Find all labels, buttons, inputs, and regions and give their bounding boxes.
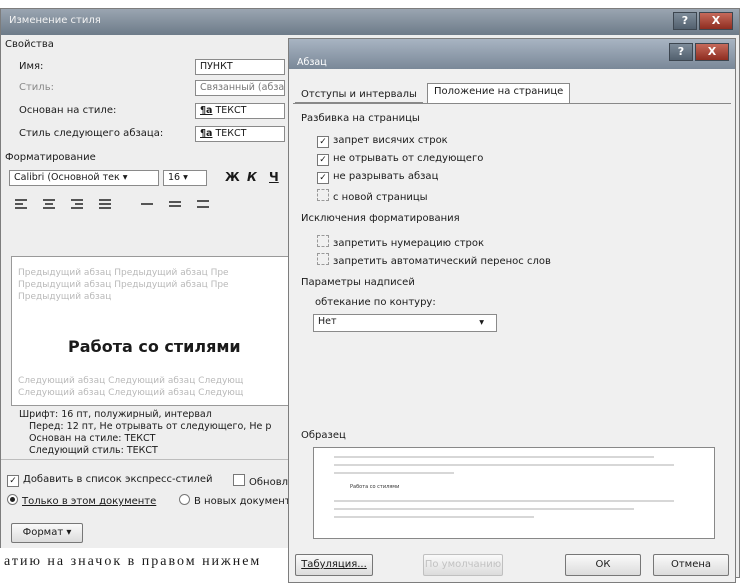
align-left-icon	[15, 199, 27, 209]
justify-icon	[99, 199, 111, 209]
based-on-select[interactable]: ¶a ТЕКСТ	[195, 103, 285, 119]
widow-control-checkbox[interactable]: ✓ запрет висячих строк	[317, 135, 448, 148]
chevron-down-icon: ▾	[122, 172, 128, 183]
tight-wrap-value: Нет	[318, 316, 337, 327]
next-style-select[interactable]: ¶a ТЕКСТ	[195, 126, 285, 142]
modify-style-title: Изменение стиля	[9, 15, 101, 26]
preview-previous-paragraph: Предыдущий абзац Предыдущий абзац Пре Пр…	[18, 268, 229, 302]
set-default-button[interactable]: По умолчанию	[423, 554, 503, 576]
formatting-heading: Форматирование	[5, 152, 96, 163]
align-right-icon	[71, 199, 83, 209]
font-select[interactable]: Calibri (Основной тек ▾	[9, 170, 159, 186]
name-label: Имя:	[19, 61, 44, 72]
line-spacing-double-icon	[197, 200, 209, 208]
ok-button[interactable]: ОК	[565, 554, 641, 576]
paragraph-dialog: Абзац ? X Отступы и интервалы Положение …	[288, 38, 736, 583]
textbox-options-heading: Параметры надписей	[301, 277, 415, 288]
based-on-value: ТЕКСТ	[215, 105, 247, 116]
divider	[1, 459, 289, 460]
style-type-label: Стиль:	[19, 82, 54, 93]
suppress-line-numbers-checkbox[interactable]: запретить нумерацию строк	[317, 235, 484, 249]
document-body: атию на значок в правом нижнем	[0, 548, 290, 583]
modify-style-titlebar: Изменение стиля ? X	[1, 9, 739, 35]
font-value: Calibri (Основной тек	[14, 172, 120, 183]
exceptions-heading: Исключения форматирования	[301, 213, 460, 224]
cancel-button[interactable]: Отмена	[653, 554, 729, 576]
auto-update-checkbox[interactable]: Обновл	[233, 474, 288, 488]
this-document-radio[interactable]: Только в этом документе	[7, 494, 156, 507]
based-on-label: Основан на стиле:	[19, 105, 117, 116]
tabs-button[interactable]: Табуляция...	[295, 554, 373, 576]
font-size-select[interactable]: 16 ▾	[163, 170, 207, 186]
add-quick-styles-checkbox[interactable]: ✓ Добавить в список экспресс-стилей	[7, 474, 213, 487]
format-button[interactable]: Формат ▾	[11, 523, 83, 543]
new-documents-radio[interactable]: В новых документ	[179, 494, 291, 507]
tab-line-page-breaks[interactable]: Положение на странице	[427, 83, 571, 103]
chevron-down-icon: ▾	[479, 317, 484, 328]
tab-divider	[293, 103, 731, 104]
underline-button[interactable]: Ч	[269, 170, 279, 184]
paragraph-style-icon: ¶a	[200, 128, 213, 139]
sample-heading: Образец	[301, 430, 346, 441]
close-button[interactable]: X	[699, 12, 733, 30]
sample-text: Работа со стилями	[350, 484, 400, 490]
preview-next-paragraph: Следующий абзац Следующий абзац Следующ …	[18, 376, 244, 398]
keep-lines-together-checkbox[interactable]: ✓ не разрывать абзац	[317, 171, 438, 184]
line-spacing-single-icon	[141, 203, 153, 205]
paragraph-titlebar: Абзац ? X	[289, 39, 735, 69]
italic-button[interactable]: К	[247, 170, 257, 184]
paragraph-title: Абзац	[297, 57, 327, 68]
next-style-value: ТЕКСТ	[215, 128, 247, 139]
dont-hyphenate-checkbox[interactable]: запретить автоматический перенос слов	[317, 253, 551, 267]
document-text: атию на значок в правом нижнем	[4, 554, 262, 569]
style-type-select[interactable]: Связанный (абза	[195, 80, 285, 96]
bold-button[interactable]: Ж	[225, 170, 240, 184]
next-style-label: Стиль следующего абзаца:	[19, 128, 164, 139]
preview-heading: Работа со стилями	[68, 337, 241, 356]
sample-preview: Работа со стилями	[313, 447, 715, 539]
page-break-before-checkbox[interactable]: с новой страницы	[317, 189, 428, 203]
tight-wrap-select[interactable]: Нет ▾	[313, 314, 497, 332]
properties-heading: Свойства	[5, 39, 54, 50]
align-center-icon	[43, 199, 55, 209]
style-description: Шрифт: 16 пт, полужирный, интервал Перед…	[19, 409, 272, 456]
tight-wrap-label: обтекание по контуру:	[315, 297, 436, 308]
style-preview: Предыдущий абзац Предыдущий абзац Пре Пр…	[11, 256, 289, 406]
pagination-heading: Разбивка на страницы	[301, 113, 420, 124]
chevron-down-icon: ▾	[183, 172, 188, 183]
close-button[interactable]: X	[695, 43, 729, 61]
help-button[interactable]: ?	[669, 43, 693, 61]
keep-with-next-checkbox[interactable]: ✓ не отрывать от следующего	[317, 153, 483, 166]
tab-indents-spacing[interactable]: Отступы и интервалы	[295, 87, 423, 103]
font-size-value: 16	[168, 172, 181, 183]
line-spacing-15-icon	[169, 201, 181, 207]
paragraph-style-icon: ¶a	[200, 105, 213, 116]
name-input[interactable]: ПУНКТ	[195, 59, 285, 75]
alignment-toolbar	[13, 197, 283, 211]
help-button[interactable]: ?	[673, 12, 697, 30]
